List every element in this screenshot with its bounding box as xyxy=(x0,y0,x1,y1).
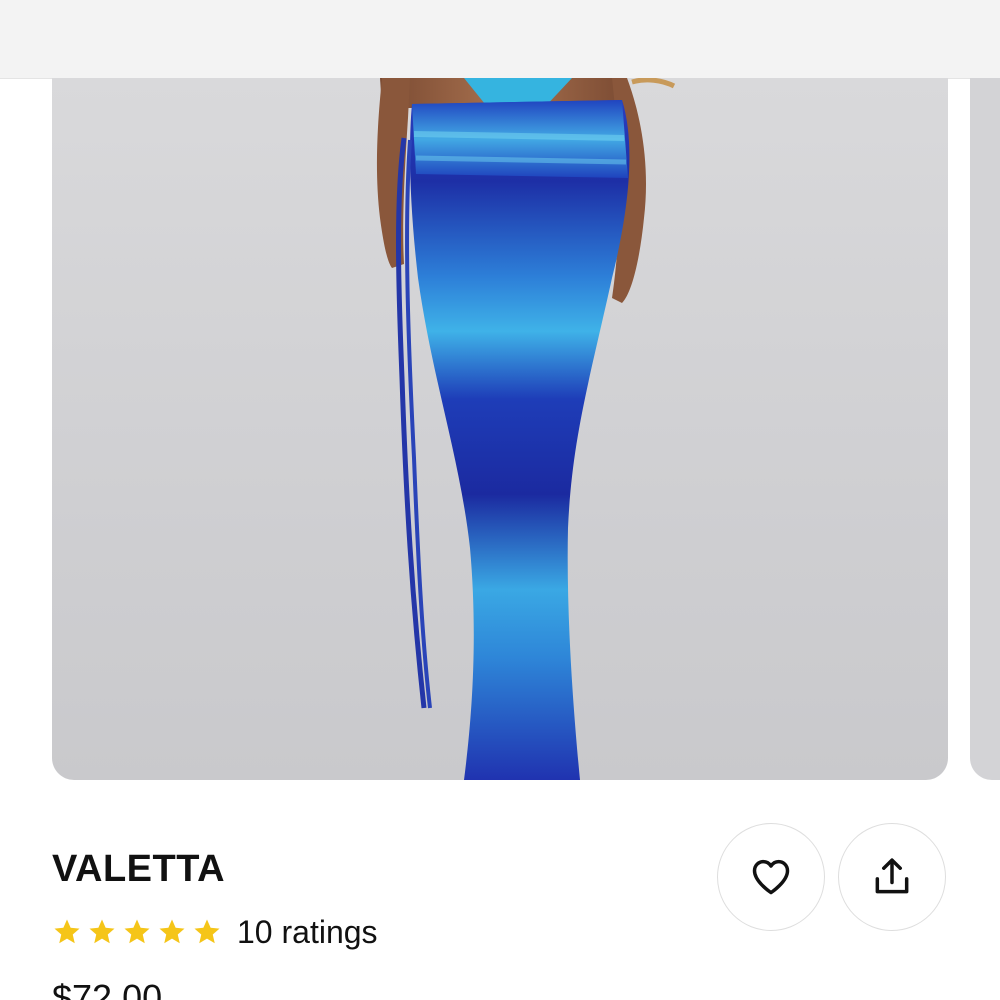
star-icon xyxy=(124,919,150,944)
star-icon xyxy=(194,919,220,944)
share-button[interactable] xyxy=(838,823,946,931)
share-icon xyxy=(875,858,909,894)
star-rating xyxy=(52,917,227,947)
product-photo[interactable] xyxy=(52,78,948,780)
heart-icon xyxy=(752,859,790,895)
product-page: VALETTA 10 ratings $72.00 xyxy=(0,0,1000,1000)
image-gallery[interactable] xyxy=(0,78,1000,782)
favorite-button[interactable] xyxy=(717,823,825,931)
star-icon xyxy=(89,919,115,944)
skirt-photo-illustration xyxy=(376,78,676,780)
star-icon xyxy=(159,919,185,944)
price: $72.00 xyxy=(52,977,163,1000)
star-icon xyxy=(54,919,80,944)
brand-name[interactable]: VALETTA xyxy=(52,848,225,891)
next-photo-peek[interactable] xyxy=(970,78,1000,780)
top-bar xyxy=(0,0,1000,79)
rating-count[interactable]: 10 ratings xyxy=(237,914,378,951)
rating-summary[interactable]: 10 ratings xyxy=(52,910,378,954)
